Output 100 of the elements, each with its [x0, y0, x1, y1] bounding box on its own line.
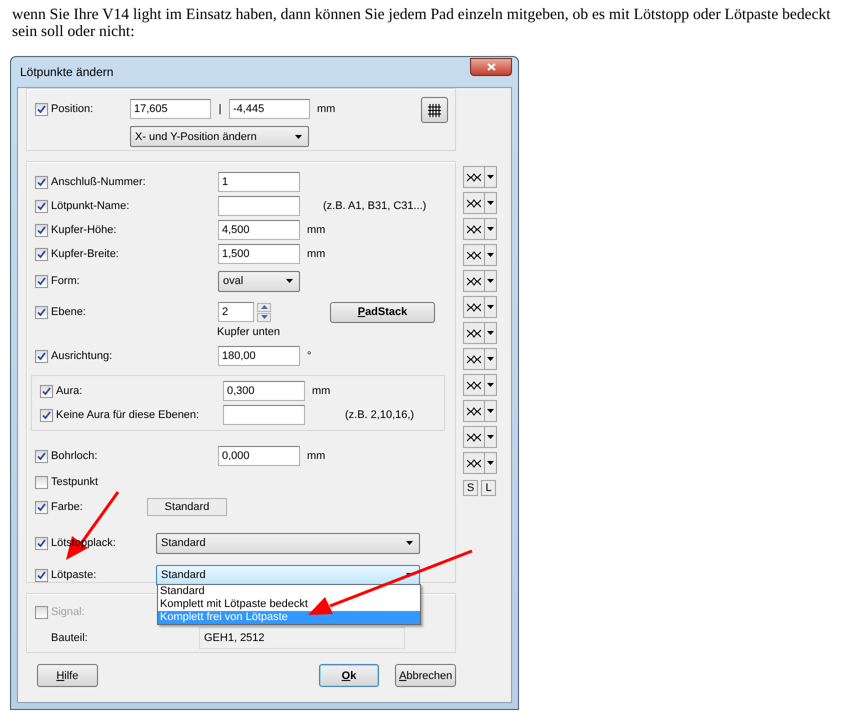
grid-button[interactable]	[421, 97, 448, 123]
dialog-button[interactable]: Hilfe	[37, 664, 98, 687]
mode-button[interactable]	[463, 374, 485, 396]
checkbox[interactable]	[35, 200, 48, 212]
text-field[interactable]: 0,300	[223, 381, 305, 401]
dropdown-button[interactable]	[485, 452, 497, 474]
dialog-button[interactable]: Ok	[318, 664, 380, 687]
dropdown-option[interactable]: Standard	[158, 585, 420, 598]
dropdown-button[interactable]	[485, 348, 497, 370]
checkbox[interactable]	[40, 384, 53, 398]
dropdown-button[interactable]	[485, 322, 497, 344]
unit-label: mm	[306, 248, 326, 260]
checkbox[interactable]	[35, 306, 48, 318]
component-field: GEH1, 2512	[199, 627, 405, 649]
crossed-lines-icon	[467, 276, 481, 286]
checkbox[interactable]	[35, 274, 48, 288]
padstack-button[interactable]: PadStack	[330, 302, 435, 322]
caret-icon	[487, 409, 494, 413]
dropdown-button[interactable]	[485, 426, 497, 448]
hint-text: (z.B. A1, B31, C31...)	[322, 200, 428, 212]
mode-button[interactable]	[463, 348, 485, 370]
checkbox-label: Bohrloch:	[51, 450, 98, 462]
caret-icon	[286, 279, 293, 283]
checkbox[interactable]	[35, 102, 48, 116]
dropdown-button[interactable]	[485, 244, 497, 266]
checkbox[interactable]	[35, 568, 48, 582]
mode-button[interactable]	[463, 426, 485, 448]
caret-icon	[487, 227, 494, 231]
x-field[interactable]: 17,605	[130, 99, 211, 119]
dropdown-button[interactable]	[485, 400, 497, 422]
mode-button[interactable]	[463, 166, 485, 188]
position-mode-dropdown[interactable]: X- und Y-Position ändern	[130, 126, 309, 147]
checkbox[interactable]	[35, 350, 48, 362]
checkbox[interactable]	[35, 224, 48, 236]
dialog-button[interactable]: Abbrechen	[395, 664, 456, 687]
option-dropdown[interactable]: Standard	[156, 532, 420, 554]
checkbox-label: Kupfer-Breite:	[51, 248, 119, 260]
close-button[interactable]	[470, 58, 512, 76]
caret-icon	[406, 541, 413, 545]
checkbox-label: Form:	[51, 275, 80, 287]
dropdown-button[interactable]	[485, 218, 497, 240]
separator-text: |	[218, 103, 222, 115]
text-field[interactable]	[223, 405, 305, 425]
intro-paragraph: wenn Sie Ihre V14 light im Einsatz haben, dann können Sie jedem Pad einzeln mitgeben, ob es mit Lötstopp oder Lötpaste bedeckt sein soll oder nicht:	[12, 6, 832, 40]
checkbox-label: Lötpunkt-Name:	[51, 200, 130, 212]
text-field[interactable]: 180,00	[218, 346, 300, 366]
mode-button[interactable]	[463, 192, 485, 214]
mode-button[interactable]	[463, 244, 485, 266]
spin-down-button[interactable]	[257, 312, 271, 322]
letter-button[interactable]: L	[481, 480, 496, 496]
dropdown-button[interactable]	[485, 192, 497, 214]
checkbox[interactable]	[35, 248, 48, 260]
caret-icon	[487, 305, 494, 309]
mode-button[interactable]	[463, 452, 485, 474]
color-button[interactable]: Standard	[147, 498, 227, 516]
option-dropdown[interactable]: Standard	[156, 564, 420, 586]
checkbox[interactable]	[35, 500, 48, 514]
mode-button[interactable]	[463, 400, 485, 422]
dropdown-option[interactable]: Komplett mit Lötpaste bedeckt	[158, 598, 420, 611]
dropdown-button[interactable]	[485, 374, 497, 396]
shape-dropdown[interactable]: oval	[218, 270, 300, 292]
text-field[interactable]: 0,000	[218, 446, 300, 466]
caret-icon	[487, 175, 494, 179]
checkbox[interactable]	[35, 476, 48, 488]
checkbox-label: Position:	[51, 103, 94, 115]
mode-button[interactable]	[463, 296, 485, 318]
text-field[interactable]	[218, 196, 300, 216]
text-field[interactable]: 1,500	[218, 244, 300, 264]
crossed-lines-icon	[467, 406, 481, 416]
mode-button[interactable]	[463, 270, 485, 292]
checkbox-label: Signal:	[51, 606, 85, 618]
checkbox-label: Aura:	[56, 385, 82, 397]
unit-label: °	[306, 350, 312, 362]
checkbox[interactable]	[35, 536, 48, 550]
caret-icon	[487, 331, 494, 335]
checkbox[interactable]	[35, 450, 48, 462]
checkbox-label: Anschluß-Nummer:	[51, 176, 146, 188]
unit-label: mm	[306, 450, 326, 462]
dropdown-button[interactable]	[485, 270, 497, 292]
crossed-lines-icon	[467, 354, 481, 364]
layer-field[interactable]: 2	[218, 302, 254, 322]
caret-icon	[406, 573, 413, 577]
caret-icon	[487, 201, 494, 205]
mode-button[interactable]	[463, 218, 485, 240]
caret-icon	[487, 435, 494, 439]
caret-icon	[295, 134, 302, 138]
spin-up-button[interactable]	[257, 302, 271, 312]
caret-icon	[487, 461, 494, 465]
y-field[interactable]: -4,445	[229, 99, 310, 119]
letter-button[interactable]: S	[463, 480, 478, 496]
dropdown-button[interactable]	[485, 166, 497, 188]
layer-name: Kupfer unten	[216, 325, 281, 340]
checkbox[interactable]	[40, 408, 53, 422]
checkbox[interactable]	[35, 176, 48, 188]
dropdown-button[interactable]	[485, 296, 497, 318]
checkbox-label: Ausrichtung:	[51, 350, 112, 362]
text-field[interactable]: 1	[218, 172, 300, 192]
crossed-lines-icon	[467, 302, 481, 312]
mode-button[interactable]	[463, 322, 485, 344]
text-field[interactable]: 4,500	[218, 220, 300, 240]
